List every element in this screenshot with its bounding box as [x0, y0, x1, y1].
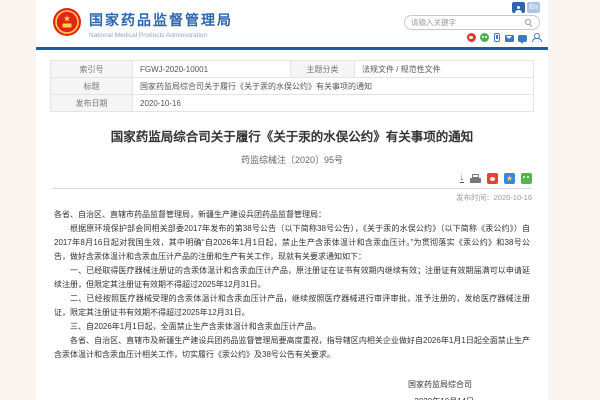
document-paragraph: 一、已经取得医疗器械注册证的含汞体温计和含汞血压计产品，原注册证在证书有效期内继…	[54, 264, 530, 292]
search-icon[interactable]	[525, 19, 533, 27]
header-controls: En	[404, 2, 540, 42]
print-icon[interactable]	[470, 174, 481, 183]
document-toolbar: ↓ ★	[52, 172, 532, 184]
accessibility-icon	[512, 4, 525, 15]
user-icon[interactable]	[531, 33, 540, 42]
signature-date: 2020年10月14日	[54, 395, 530, 400]
search-box	[404, 15, 540, 30]
accessibility-button[interactable]	[512, 2, 525, 13]
share-weibo-icon[interactable]	[487, 173, 498, 184]
category-value: 法规文件 / 规范性文件	[355, 61, 534, 78]
document-number: 药监综械注〔2020〕95号	[36, 153, 548, 166]
table-row: 索引号 FGWJ-2020-10001 主题分类 法规文件 / 规范性文件	[51, 61, 534, 78]
document-paragraph: 根据原环境保护部会同相关部委2017年发布的第38号公告（以下简称38号公告），…	[54, 222, 530, 264]
weibo-icon[interactable]	[467, 33, 476, 42]
site-subtitle: National Medical Products Administration	[89, 32, 233, 39]
share-qzone-icon[interactable]: ★	[504, 173, 515, 184]
download-icon[interactable]: ↓	[460, 173, 465, 183]
webpage: ★ 国家药品监督管理局 National Medical Products Ad…	[36, 0, 548, 400]
document-paragraphs: 根据原环境保护部会同相关部委2017年发布的第38号公告（以下简称38号公告），…	[54, 222, 530, 362]
wechat-icon[interactable]	[480, 33, 489, 42]
screenshot-canvas: ★ 国家药品监督管理局 National Medical Products Ad…	[0, 0, 600, 400]
document-paragraph: 各省、自治区、直辖市及新疆生产建设兵团药品监督管理局要高度重视，指导辖区内相关企…	[54, 334, 530, 362]
svg-text:★: ★	[63, 14, 71, 24]
publish-time: 发布时间：2020-10-16	[52, 192, 532, 203]
toolbar-divider	[52, 188, 532, 189]
site-title: 国家药品监督管理局	[89, 10, 233, 30]
site-title-block: 国家药品监督管理局 National Medical Products Admi…	[89, 10, 233, 39]
title-value: 国家药监局综合司关于履行《关于汞的水俣公约》有关事项的通知	[133, 78, 534, 95]
signature: 国家药监局综合司	[54, 378, 530, 392]
index-label: 索引号	[51, 61, 133, 78]
index-value: FGWJ-2020-10001	[133, 61, 291, 78]
publish-date-value: 2020-10-16	[133, 95, 534, 112]
share-wechat-icon[interactable]	[521, 173, 532, 184]
document-paragraph: 二、已经按照医疗器械受理的含汞体温计和含汞血压计产品，继续按照医疗器械进行审评审…	[54, 292, 530, 320]
document-greeting: 各省、自治区、直辖市药品监督管理局，新疆生产建设兵团药品监督管理局：	[54, 208, 530, 222]
mail-icon[interactable]	[505, 35, 514, 42]
national-emblem-icon: ★	[52, 7, 82, 42]
social-icon-row	[404, 33, 540, 42]
document-title: 国家药监局综合司关于履行《关于汞的水俣公约》有关事项的通知	[36, 126, 548, 145]
message-icon[interactable]	[518, 35, 527, 42]
document-paragraph: 三、自2026年1月1日起，全面禁止生产含汞体温计和含汞血压计产品。	[54, 320, 530, 334]
top-buttons: En	[404, 2, 540, 13]
table-row: 标题 国家药监局综合司关于履行《关于汞的水俣公约》有关事项的通知	[51, 78, 534, 95]
header-divider-bar	[36, 47, 548, 50]
document-body: 各省、自治区、直辖市药品监督管理局，新疆生产建设兵团药品监督管理局： 根据原环境…	[54, 208, 530, 400]
search-input[interactable]	[411, 18, 525, 27]
english-language-button[interactable]: En	[527, 2, 540, 13]
site-logo[interactable]: ★ 国家药品监督管理局 National Medical Products Ad…	[52, 7, 233, 42]
document-meta-table: 索引号 FGWJ-2020-10001 主题分类 法规文件 / 规范性文件 标题…	[50, 60, 534, 112]
site-header: ★ 国家药品监督管理局 National Medical Products Ad…	[36, 0, 548, 47]
publish-date-label: 发布日期	[51, 95, 133, 112]
table-row: 发布日期 2020-10-16	[51, 95, 534, 112]
category-label: 主题分类	[291, 61, 355, 78]
mobile-app-icon[interactable]	[494, 33, 500, 42]
title-label: 标题	[51, 78, 133, 95]
